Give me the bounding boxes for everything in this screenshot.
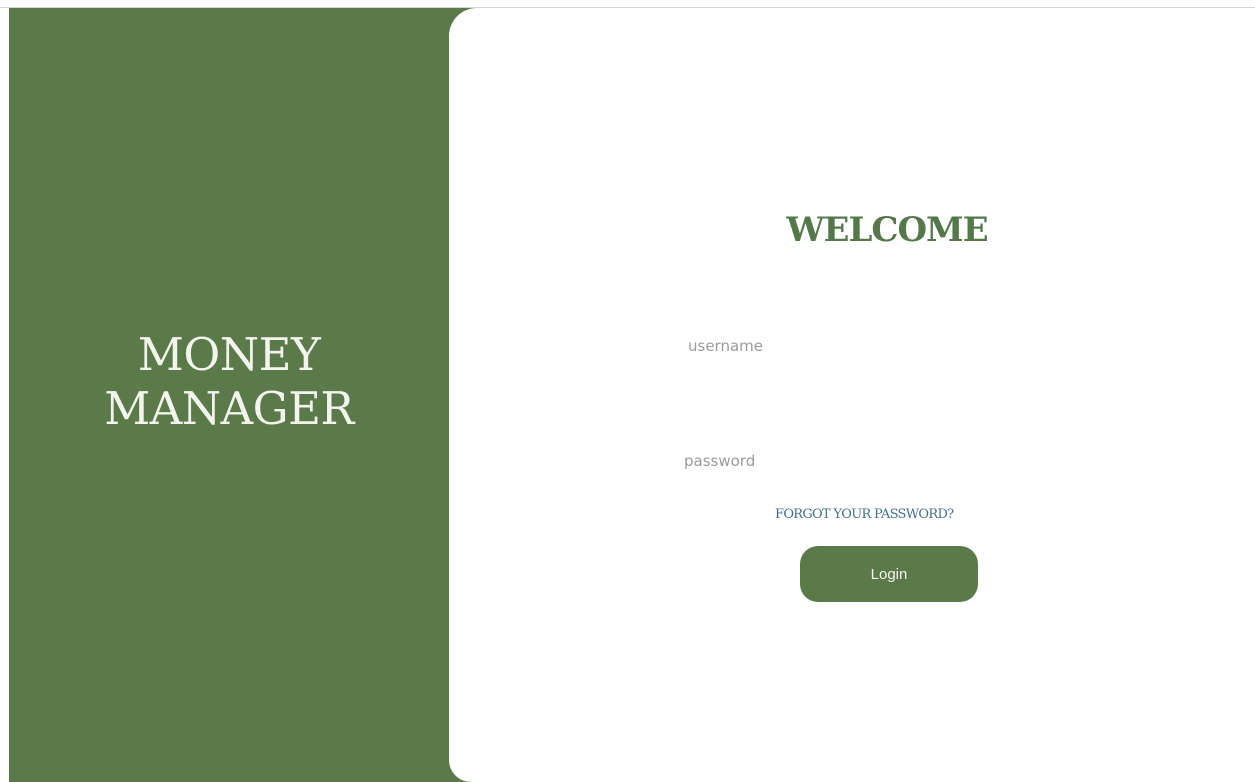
brand-line-1: MONEY xyxy=(137,328,321,381)
welcome-title: WELCOME xyxy=(786,210,988,250)
app-logo-text: MONEY MANAGER xyxy=(9,328,449,436)
top-border xyxy=(0,0,1255,8)
login-button[interactable]: Login xyxy=(800,546,978,602)
login-page: MONEY MANAGER WELCOME FORGOT YOUR PASSWO… xyxy=(0,0,1255,782)
left-margin xyxy=(0,8,9,782)
password-input[interactable] xyxy=(684,446,1114,476)
brand-line-2: MANAGER xyxy=(104,382,354,435)
username-input[interactable] xyxy=(688,331,1118,361)
forgot-password-link[interactable]: FORGOT YOUR PASSWORD? xyxy=(775,507,954,522)
login-card xyxy=(449,8,1255,782)
